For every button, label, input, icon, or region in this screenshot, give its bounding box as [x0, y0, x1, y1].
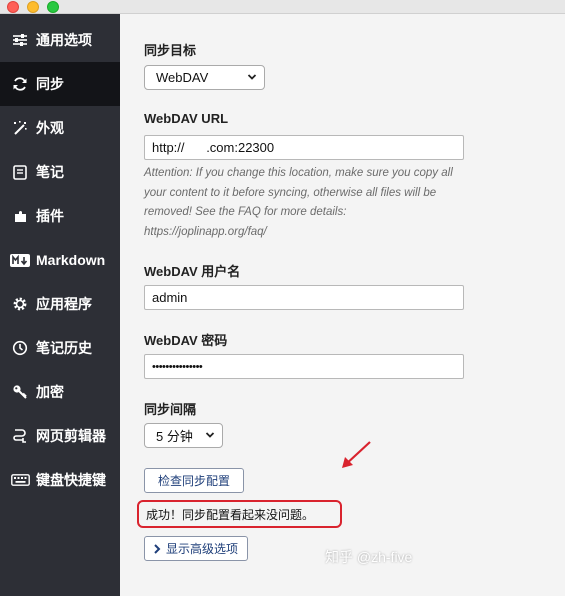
show-advanced-options-button[interactable]: 显示高级选项	[144, 536, 248, 561]
check-sync-config-label: 检查同步配置	[157, 474, 230, 488]
chevron-down-icon	[205, 429, 215, 444]
webdav-password-input[interactable]: •••••••••••••••	[144, 354, 464, 379]
sidebar-item-label: 笔记	[36, 164, 64, 180]
sidebar-item-label: 外观	[36, 120, 64, 136]
webdav-username-input[interactable]: admin	[144, 285, 464, 310]
history-icon	[10, 340, 30, 356]
sidebar-item-plugins[interactable]: 插件	[0, 194, 120, 238]
sidebar-item-notes[interactable]: 笔记	[0, 150, 120, 194]
sidebar-item-label: 加密	[36, 384, 64, 400]
zoom-window-button[interactable]	[47, 1, 59, 13]
sidebar-item-application[interactable]: 应用程序	[0, 282, 120, 326]
webdav-username-value: admin	[152, 290, 188, 305]
chevron-down-icon	[247, 71, 257, 86]
sidebar-item-label: 网页剪辑器	[36, 428, 106, 444]
clipper-icon	[10, 428, 30, 444]
sidebar-item-label: 键盘快捷键	[36, 472, 106, 488]
webdav-username-label: WebDAV 用户名	[144, 264, 241, 279]
puzzle-icon	[10, 209, 30, 224]
sync-interval-label: 同步间隔	[144, 402, 197, 417]
magic-wand-icon	[10, 120, 30, 136]
sidebar-item-label: 笔记历史	[36, 340, 92, 356]
webdav-url-input[interactable]: http:// .com:22300	[144, 135, 464, 160]
gear-icon	[10, 296, 30, 312]
minimize-window-button[interactable]	[27, 1, 39, 13]
sidebar: 通用选项 同步 外观 笔记 插件 Markdown 应用程序 笔记历史 加密 网…	[0, 14, 120, 596]
sidebar-item-label: 通用选项	[36, 32, 92, 48]
keyboard-icon	[10, 474, 30, 486]
key-icon	[10, 384, 30, 400]
annotation-arrow-icon	[340, 440, 372, 475]
watermark-text: 知乎 @zh-five	[325, 549, 413, 565]
sync-settings-panel: 同步目标 WebDAV WebDAV URL http:// .com:2230…	[120, 14, 565, 596]
sidebar-item-markdown[interactable]: Markdown	[0, 238, 120, 282]
sliders-icon	[10, 33, 30, 47]
sync-target-label: 同步目标	[144, 43, 197, 58]
sidebar-item-label: 应用程序	[36, 296, 92, 312]
location-warning-hint: Attention: If you change this location, …	[144, 167, 453, 238]
window-titlebar	[0, 0, 565, 14]
sidebar-item-general[interactable]: 通用选项	[0, 18, 120, 62]
sidebar-item-label: 插件	[36, 208, 64, 224]
sidebar-item-note-history[interactable]: 笔记历史	[0, 326, 120, 370]
webdav-url-value: http:// .com:22300	[152, 140, 275, 155]
sidebar-item-encryption[interactable]: 加密	[0, 370, 120, 414]
sync-check-status-text: 成功！同步配置看起来没问题。	[146, 507, 315, 522]
chevron-right-icon	[153, 543, 161, 554]
sync-interval-value: 5 分钟	[156, 429, 193, 444]
webdav-password-value: •••••••••••••••	[152, 360, 203, 373]
close-window-button[interactable]	[7, 1, 19, 13]
sync-icon	[10, 76, 30, 92]
sidebar-item-appearance[interactable]: 外观	[0, 106, 120, 150]
sync-interval-select[interactable]: 5 分钟	[144, 423, 223, 448]
sidebar-item-label: Markdown	[36, 252, 106, 268]
sidebar-item-web-clipper[interactable]: 网页剪辑器	[0, 414, 120, 458]
webdav-url-label: WebDAV URL	[144, 111, 229, 126]
sync-target-value: WebDAV	[156, 70, 209, 85]
markdown-icon	[10, 253, 30, 267]
sync-target-select[interactable]: WebDAV	[144, 65, 265, 90]
webdav-password-label: WebDAV 密码	[144, 333, 228, 348]
sidebar-item-keyboard-shortcuts[interactable]: 键盘快捷键	[0, 458, 120, 502]
sync-check-status: 成功！同步配置看起来没问题。	[137, 500, 342, 528]
note-icon	[10, 164, 30, 180]
check-sync-config-button[interactable]: 检查同步配置	[144, 468, 244, 493]
show-advanced-options-label: 显示高级选项	[166, 542, 239, 556]
sidebar-item-label: 同步	[36, 76, 64, 92]
sidebar-item-sync[interactable]: 同步	[0, 62, 120, 106]
